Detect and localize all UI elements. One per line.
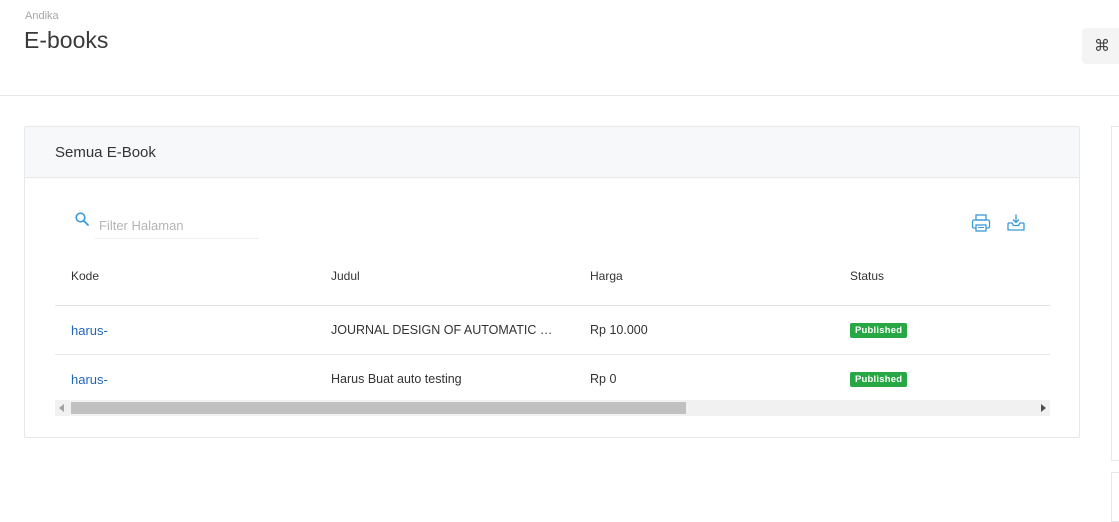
column-header-harga[interactable]: Harga <box>590 257 830 305</box>
download-tray-icon[interactable] <box>1005 212 1027 234</box>
horizontal-scrollbar[interactable] <box>55 400 1050 416</box>
ebook-code-link[interactable]: harus- <box>71 372 108 387</box>
column-header-judul[interactable]: Judul <box>331 257 571 305</box>
column-header-kode[interactable]: Kode <box>71 257 311 305</box>
ebook-price: Rp 0 <box>590 372 617 386</box>
breadcrumb: Andika <box>25 10 59 22</box>
command-icon: ⌘ <box>1094 38 1110 55</box>
table-row: harus- JOURNAL DESIGN OF AUTOMATIC DOOR … <box>55 306 1050 355</box>
status-badge: Published <box>850 322 908 338</box>
table-row: harus- Harus Buat auto testing Rp 0 Publ… <box>55 355 1050 404</box>
scroll-right-arrow-icon[interactable] <box>1041 404 1046 412</box>
ebook-card: Semua E-Book Kode Judul Harga Status har… <box>24 126 1080 438</box>
ebook-title: JOURNAL DESIGN OF AUTOMATIC DOOR <box>331 323 556 337</box>
printer-icon[interactable] <box>970 212 992 234</box>
command-button[interactable]: ⌘ <box>1082 28 1119 64</box>
ebook-table: Kode Judul Harga Status harus- JOURNAL D… <box>55 257 1050 404</box>
ebook-title: Harus Buat auto testing <box>331 372 462 386</box>
status-badge: Published <box>850 371 908 387</box>
page-title: E-books <box>24 27 109 53</box>
table-header: Kode Judul Harga Status <box>55 257 1050 306</box>
card-header: Semua E-Book <box>25 127 1079 178</box>
ebook-price: Rp 10.000 <box>590 323 648 337</box>
ebook-code-link[interactable]: harus- <box>71 323 108 338</box>
card-title: Semua E-Book <box>55 144 156 161</box>
search-input[interactable] <box>95 212 259 239</box>
column-header-status[interactable]: Status <box>850 257 1050 305</box>
header-divider <box>0 95 1119 96</box>
scrollbar-thumb[interactable] <box>71 402 686 414</box>
search-icon <box>75 212 89 226</box>
side-panel <box>1111 472 1119 522</box>
scroll-left-arrow-icon[interactable] <box>59 404 64 412</box>
side-panel <box>1111 126 1119 461</box>
